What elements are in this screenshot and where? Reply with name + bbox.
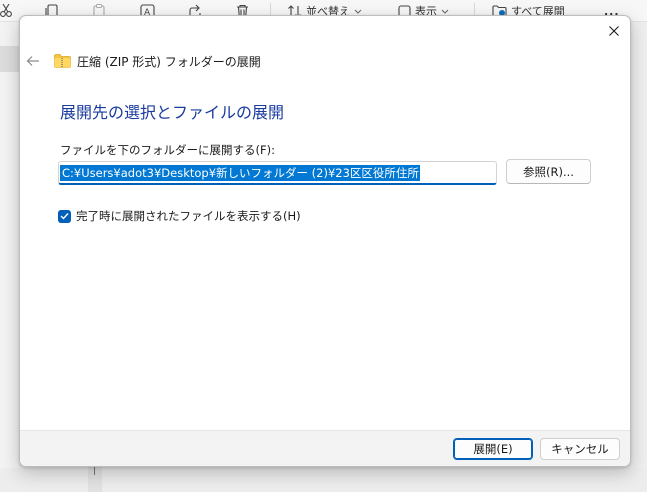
- splitter-handle[interactable]: [88, 466, 102, 492]
- close-icon: [609, 26, 619, 36]
- navigation-selected-item[interactable]: [0, 46, 19, 72]
- browse-button[interactable]: 参照(R)...: [506, 159, 591, 184]
- chevron-down-icon: [441, 9, 449, 14]
- explorer-right-edge: [631, 22, 647, 492]
- cancel-button[interactable]: キャンセル: [540, 438, 620, 460]
- cut-icon[interactable]: [0, 1, 12, 21]
- page-heading: 展開先の選択とファイルの展開: [60, 103, 285, 122]
- show-files-label: 完了時に展開されたファイルを表示する(H): [76, 209, 301, 223]
- dialog-title-bar: 圧縮 (ZIP 形式) フォルダーの展開: [54, 52, 261, 70]
- dialog-title: 圧縮 (ZIP 形式) フォルダーの展開: [77, 54, 261, 69]
- back-arrow-icon: [26, 56, 39, 66]
- close-button[interactable]: [603, 20, 625, 42]
- show-files-option[interactable]: 完了時に展開されたファイルを表示する(H): [58, 208, 301, 224]
- navigation-pane: [0, 22, 19, 492]
- chevron-down-icon: [354, 9, 362, 14]
- destination-path-input[interactable]: C:¥Users¥adot3¥Desktop¥新しいフォルダー (2)¥23区区…: [58, 161, 497, 185]
- dialog-footer: 展開(E) キャンセル: [20, 430, 630, 466]
- extract-button[interactable]: 展開(E): [453, 438, 533, 460]
- destination-label: ファイルを下のフォルダーに展開する(F):: [60, 143, 275, 157]
- back-button[interactable]: [24, 52, 42, 70]
- show-files-checkbox[interactable]: [58, 209, 71, 223]
- destination-path-value: C:¥Users¥adot3¥Desktop¥新しいフォルダー (2)¥23区区…: [60, 164, 420, 181]
- checkmark-icon: [60, 213, 69, 220]
- zip-folder-icon: [54, 54, 71, 68]
- extract-dialog: 圧縮 (ZIP 形式) フォルダーの展開 展開先の選択とファイルの展開 ファイル…: [19, 15, 631, 467]
